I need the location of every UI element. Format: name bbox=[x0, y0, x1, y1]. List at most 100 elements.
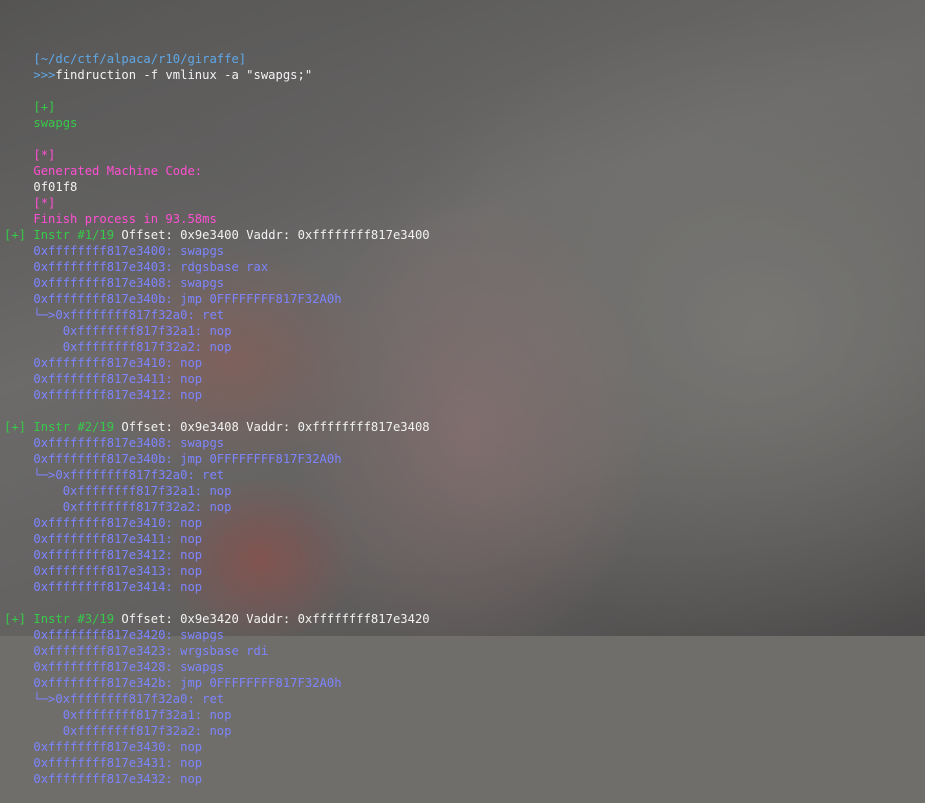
disassembly-line: 0xffffffff817f32a2: nop bbox=[4, 339, 925, 355]
machine-code-value: 0f01f8 bbox=[33, 180, 78, 194]
disassembly-line: 0xffffffff817e3428: swapgs bbox=[4, 659, 925, 675]
status-tag: [+] bbox=[33, 100, 56, 114]
disassembly-text: 0xffffffff817e3428: swapgs bbox=[33, 660, 225, 674]
disassembly-line: 0xffffffff817e3423: wrgsbase rdi bbox=[4, 643, 925, 659]
result-header: [+] Instr #1/19 Offset: 0x9e3400 Vaddr: … bbox=[4, 227, 925, 243]
disassembly-text: 0xffffffff817f32a0: ret bbox=[55, 468, 225, 482]
instruction-result: [+] Instr #3/19 Offset: 0x9e3420 Vaddr: … bbox=[4, 611, 925, 787]
disassembly-text: 0xffffffff817f32a1: nop bbox=[62, 484, 232, 498]
disassembly-text: 0xffffffff817f32a2: nop bbox=[62, 724, 232, 738]
disassembly-text: 0xffffffff817e342b: jmp 0FFFFFFFF817F32A… bbox=[33, 676, 342, 690]
status-text: Generated Machine Code: bbox=[33, 164, 203, 178]
disassembly-text: 0xffffffff817e3430: nop bbox=[33, 740, 203, 754]
disassembly-text: 0xffffffff817f32a0: ret bbox=[55, 692, 225, 706]
disassembly-text: 0xffffffff817e3432: nop bbox=[33, 772, 203, 786]
disassembly-text: 0xffffffff817e340b: jmp 0FFFFFFFF817F32A… bbox=[33, 452, 342, 466]
offset-value: 0x9e3400 bbox=[180, 228, 239, 242]
disassembly-line: 0xffffffff817e3420: swapgs bbox=[4, 627, 925, 643]
branch-arrow-icon: └─> bbox=[33, 692, 56, 706]
result-tag: [+] bbox=[4, 228, 27, 242]
disassembly-line: 0xffffffff817e3432: nop bbox=[4, 771, 925, 787]
prompt-arrow: >>> bbox=[33, 68, 56, 82]
status-text: Finish process in 93.58ms bbox=[33, 212, 217, 226]
status-line-match: [+] swapgs bbox=[4, 83, 925, 130]
disassembly-text: 0xffffffff817e3411: nop bbox=[33, 532, 203, 546]
disassembly-line: 0xffffffff817e3410: nop bbox=[4, 515, 925, 531]
disassembly-text: 0xffffffff817e3413: nop bbox=[33, 564, 203, 578]
disassembly-line: 0xffffffff817f32a2: nop bbox=[4, 499, 925, 515]
disassembly-line: 0xffffffff817e3410: nop bbox=[4, 355, 925, 371]
disassembly-line: 0xffffffff817e3408: swapgs bbox=[4, 275, 925, 291]
disassembly-text: 0xffffffff817f32a1: nop bbox=[62, 324, 232, 338]
disassembly-text: 0xffffffff817e3408: swapgs bbox=[33, 276, 225, 290]
status-text: swapgs bbox=[33, 116, 78, 130]
disassembly-text: 0xffffffff817e3400: swapgs bbox=[33, 244, 225, 258]
result-header: [+] Instr #3/19 Offset: 0x9e3420 Vaddr: … bbox=[4, 611, 925, 627]
disassembly-text: 0xffffffff817e3403: rdgsbase rax bbox=[33, 260, 269, 274]
disassembly-text: 0xffffffff817e3411: nop bbox=[33, 372, 203, 386]
instr-counter: Instr #2/19 bbox=[33, 420, 115, 434]
disassembly-text: 0xffffffff817e3412: nop bbox=[33, 388, 203, 402]
vaddr-label: Vaddr: bbox=[246, 228, 291, 242]
status-line-machine-code: [*] Generated Machine Code: 0f01f8 bbox=[4, 131, 925, 194]
disassembly-line: 0xffffffff817e3403: rdgsbase rax bbox=[4, 259, 925, 275]
disassembly-text: 0xffffffff817e3414: nop bbox=[33, 580, 203, 594]
disassembly-line: 0xffffffff817e3412: nop bbox=[4, 547, 925, 563]
disassembly-line: 0xffffffff817e340b: jmp 0FFFFFFFF817F32A… bbox=[4, 451, 925, 467]
disassembly-text: 0xffffffff817e3408: swapgs bbox=[33, 436, 225, 450]
disassembly-line: 0xffffffff817f32a2: nop bbox=[4, 723, 925, 739]
vaddr-label: Vaddr: bbox=[246, 420, 291, 434]
disassembly-text: 0xffffffff817f32a0: ret bbox=[55, 308, 225, 322]
instr-counter: Instr #1/19 bbox=[33, 228, 115, 242]
disassembly-text: 0xffffffff817e3423: wrgsbase rdi bbox=[33, 644, 269, 658]
disassembly-text: 0xffffffff817e3420: swapgs bbox=[33, 628, 225, 642]
offset-label: Offset: bbox=[121, 228, 173, 242]
disassembly-line: └─>0xffffffff817f32a0: ret bbox=[4, 307, 925, 323]
status-tag: [*] bbox=[33, 196, 56, 210]
vaddr-label: Vaddr: bbox=[246, 612, 291, 626]
disassembly-text: 0xffffffff817e3412: nop bbox=[33, 548, 203, 562]
offset-label: Offset: bbox=[121, 420, 173, 434]
result-tag: [+] bbox=[4, 612, 27, 626]
disassembly-line: └─>0xffffffff817f32a0: ret bbox=[4, 467, 925, 483]
disassembly-text: 0xffffffff817f32a1: nop bbox=[62, 708, 232, 722]
disassembly-line: └─>0xffffffff817f32a0: ret bbox=[4, 691, 925, 707]
offset-label: Offset: bbox=[121, 612, 173, 626]
instruction-result: [+] Instr #1/19 Offset: 0x9e3400 Vaddr: … bbox=[4, 227, 925, 403]
disassembly-line: 0xffffffff817e3411: nop bbox=[4, 371, 925, 387]
disassembly-text: 0xffffffff817e3410: nop bbox=[33, 356, 203, 370]
disassembly-line: 0xffffffff817e3411: nop bbox=[4, 531, 925, 547]
disassembly-line: 0xffffffff817f32a1: nop bbox=[4, 707, 925, 723]
offset-value: 0x9e3420 bbox=[180, 612, 239, 626]
status-tag: [*] bbox=[33, 148, 56, 162]
vaddr-value: 0xffffffff817e3420 bbox=[297, 612, 430, 626]
disassembly-line: 0xffffffff817e342b: jmp 0FFFFFFFF817F32A… bbox=[4, 675, 925, 691]
disassembly-line: 0xffffffff817e3414: nop bbox=[4, 579, 925, 595]
vaddr-value: 0xffffffff817e3400 bbox=[297, 228, 430, 242]
disassembly-line: 0xffffffff817e3413: nop bbox=[4, 563, 925, 579]
disassembly-text: 0xffffffff817e340b: jmp 0FFFFFFFF817F32A… bbox=[33, 292, 342, 306]
prompt-path: [~/dc/ctf/alpaca/r10/giraffe] bbox=[33, 52, 247, 66]
disassembly-line: 0xffffffff817e3400: swapgs bbox=[4, 243, 925, 259]
disassembly-text: 0xffffffff817e3410: nop bbox=[33, 516, 203, 530]
branch-arrow-icon: └─> bbox=[33, 308, 56, 322]
command-text: findruction -f vmlinux -a "swapgs;" bbox=[55, 68, 313, 82]
result-header: [+] Instr #2/19 Offset: 0x9e3408 Vaddr: … bbox=[4, 419, 925, 435]
disassembly-line: 0xffffffff817e3408: swapgs bbox=[4, 435, 925, 451]
terminal-output[interactable]: [~/dc/ctf/alpaca/r10/giraffe] >>>findruc… bbox=[4, 3, 925, 786]
disassembly-line: 0xffffffff817f32a1: nop bbox=[4, 323, 925, 339]
offset-value: 0x9e3408 bbox=[180, 420, 239, 434]
vaddr-value: 0xffffffff817e3408 bbox=[297, 420, 430, 434]
disassembly-line: 0xffffffff817e3412: nop bbox=[4, 387, 925, 403]
disassembly-line: 0xffffffff817e3431: nop bbox=[4, 755, 925, 771]
results-list: [+] Instr #1/19 Offset: 0x9e3400 Vaddr: … bbox=[4, 227, 925, 787]
branch-arrow-icon: └─> bbox=[33, 468, 56, 482]
disassembly-text: 0xffffffff817e3431: nop bbox=[33, 756, 203, 770]
result-tag: [+] bbox=[4, 420, 27, 434]
instr-counter: Instr #3/19 bbox=[33, 612, 115, 626]
disassembly-line: 0xffffffff817f32a1: nop bbox=[4, 483, 925, 499]
disassembly-line: 0xffffffff817e3430: nop bbox=[4, 739, 925, 755]
disassembly-line: 0xffffffff817e340b: jmp 0FFFFFFFF817F32A… bbox=[4, 291, 925, 307]
